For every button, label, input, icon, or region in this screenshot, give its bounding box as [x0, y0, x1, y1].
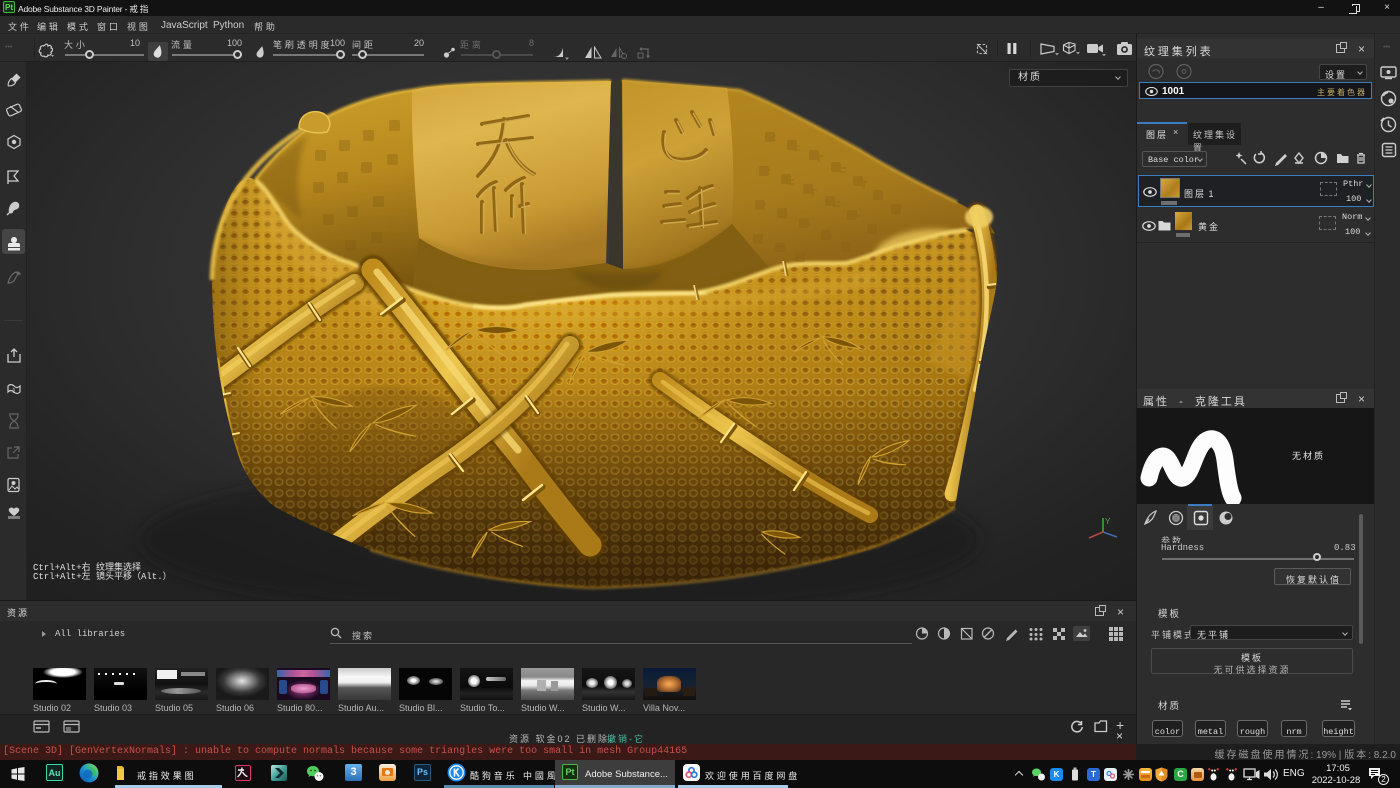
svg-text:Y: Y — [1105, 517, 1111, 526]
svg-text:1: 1 — [12, 388, 16, 395]
